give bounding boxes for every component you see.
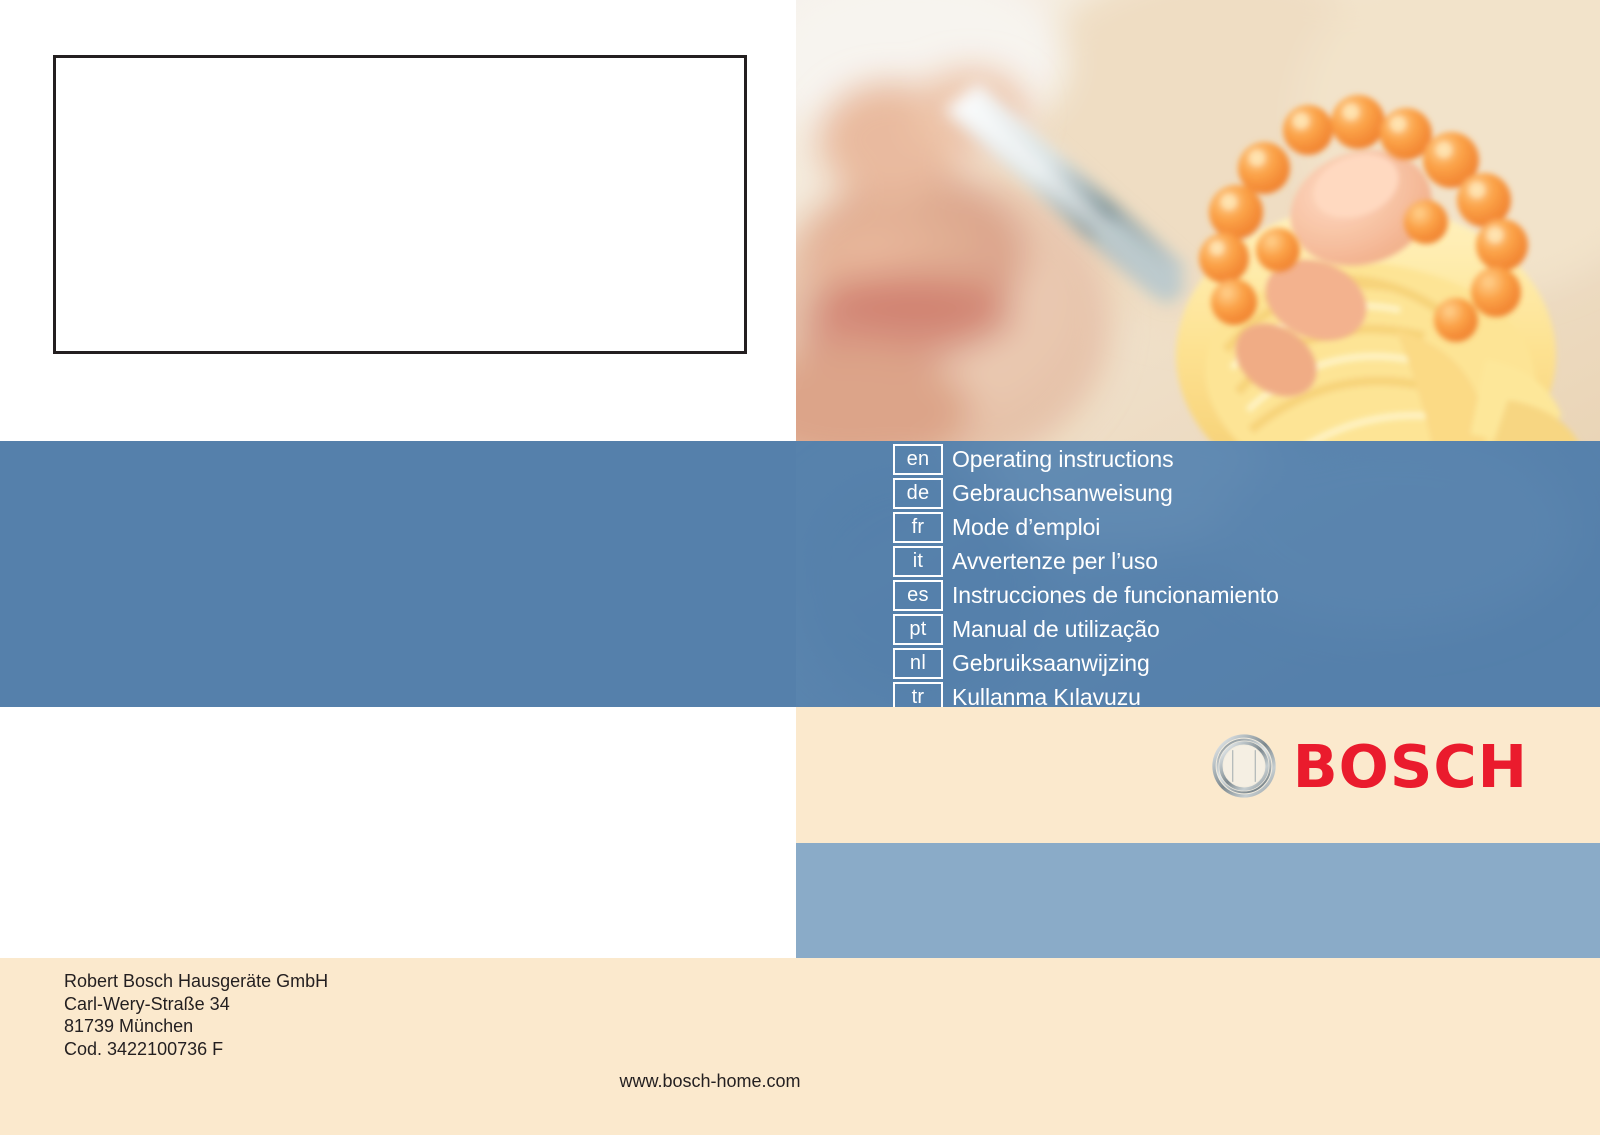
website-url[interactable]: www.bosch-home.com: [0, 1071, 1600, 1092]
language-row-tr[interactable]: tr Kullanma Kılavuzu: [893, 682, 1141, 707]
website-url-text: www.bosch-home.com: [619, 1071, 801, 1091]
language-code-nl: nl: [893, 648, 943, 679]
language-row-nl[interactable]: nl Gebruiksaanwijzing: [893, 648, 1150, 679]
language-label-nl: Gebruiksaanwijzing: [952, 650, 1150, 676]
language-code-fr: fr: [893, 512, 943, 543]
language-code-de: de: [893, 478, 943, 509]
back-cover-white-band: [0, 707, 796, 958]
language-label-es: Instrucciones de funcionamiento: [952, 582, 1279, 608]
bosch-logo: BOSCH: [1211, 733, 1528, 799]
language-label-it: Avvertenze per l’uso: [952, 548, 1158, 574]
company-address: Robert Bosch Hausgeräte GmbH Carl-Wery-S…: [64, 970, 328, 1060]
language-row-pt[interactable]: pt Manual de utilização: [893, 614, 1160, 645]
language-list: en Operating instructions de Gebrauchsan…: [796, 441, 1600, 707]
spaghetti-photo-illustration: [796, 0, 1600, 441]
bosch-armature-icon: [1212, 734, 1276, 798]
language-label-de: Gebrauchsanweisung: [952, 480, 1173, 506]
manual-cover-page: en Operating instructions de Gebrauchsan…: [0, 0, 1600, 1135]
language-code-it: it: [893, 546, 943, 577]
logo-band: BOSCH: [796, 707, 1600, 843]
language-label-tr: Kullanma Kılavuzu: [952, 684, 1141, 707]
light-blue-band: [796, 843, 1600, 958]
language-code-pt: pt: [893, 614, 943, 645]
document-code: Cod. 3422100736 F: [64, 1038, 224, 1059]
language-row-it[interactable]: it Avvertenze per l’uso: [893, 546, 1158, 577]
back-cover-top-white: [0, 0, 796, 441]
language-row-es[interactable]: es Instrucciones de funcionamiento: [893, 580, 1279, 611]
back-cover-blue-band: [0, 441, 796, 707]
spec-label-frame: [53, 55, 747, 354]
address-line-2: Carl-Wery-Straße 34: [64, 993, 230, 1014]
language-label-fr: Mode d’emploi: [952, 514, 1101, 540]
address-line-3: 81739 München: [64, 1016, 194, 1036]
language-row-de[interactable]: de Gebrauchsanweisung: [893, 478, 1173, 509]
language-row-fr[interactable]: fr Mode d’emploi: [893, 512, 1100, 543]
cover-photo: [796, 0, 1600, 441]
language-row-en[interactable]: en Operating instructions: [893, 444, 1174, 475]
language-code-tr: tr: [893, 682, 943, 707]
language-band: en Operating instructions de Gebrauchsan…: [796, 441, 1600, 707]
language-code-es: es: [893, 580, 943, 611]
footer-band: Robert Bosch Hausgeräte GmbH Carl-Wery-S…: [0, 958, 1600, 1135]
language-code-en: en: [893, 444, 943, 475]
language-label-en: Operating instructions: [952, 446, 1174, 472]
address-line-1: Robert Bosch Hausgeräte GmbH: [64, 971, 329, 991]
language-label-pt: Manual de utilização: [952, 616, 1160, 642]
bosch-wordmark: BOSCH: [1292, 731, 1528, 801]
